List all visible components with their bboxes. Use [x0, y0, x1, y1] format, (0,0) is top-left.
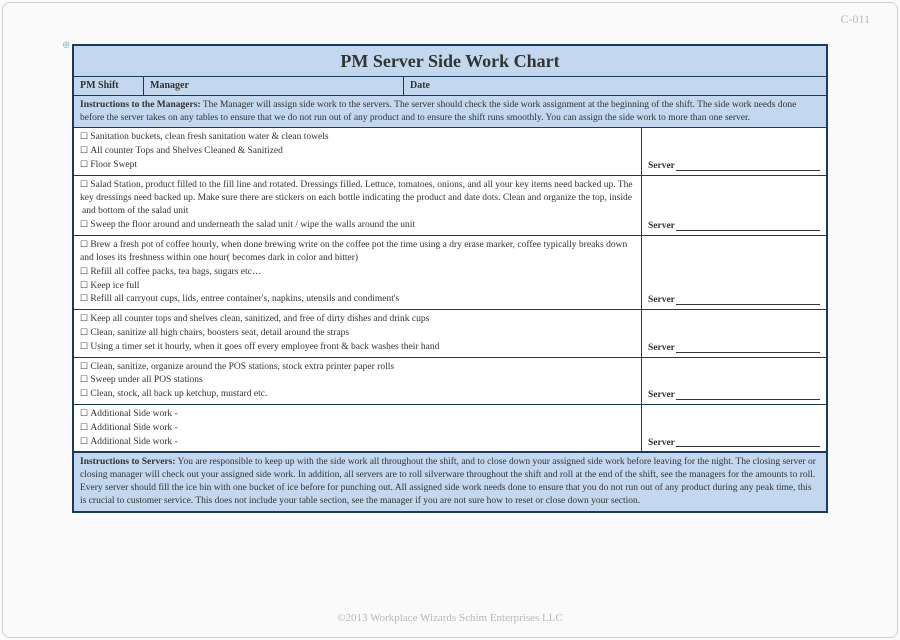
manager-instr-label: Instructions to the Managers:: [80, 100, 201, 110]
task-checkbox[interactable]: Salad Station, product filled to the fil…: [80, 178, 635, 205]
manager-instructions: Instructions to the Managers: The Manage…: [74, 96, 826, 129]
task-list: Sanitation buckets, clean fresh sanitati…: [74, 128, 641, 174]
task-section-3: Brew a fresh pot of coffee hourly, when …: [74, 236, 826, 310]
task-text-continuation: and bottom of the salad unit: [80, 206, 188, 216]
copyright-footer: ©2013 Workplace Wizards Schim Enterprise…: [0, 612, 900, 624]
task-checkbox[interactable]: Refill all coffee packs, tea bags, sugar…: [80, 265, 635, 279]
task-checkbox[interactable]: Sanitation buckets, clean fresh sanitati…: [80, 130, 635, 144]
task-checkbox[interactable]: Floor Swept: [80, 158, 635, 172]
task-checkbox[interactable]: Sweep under all POS stations: [80, 373, 635, 387]
task-checkbox[interactable]: Keep ice full: [80, 279, 635, 293]
header-manager-field[interactable]: Manager: [144, 77, 404, 95]
task-list: Additional Side work - Additional Side w…: [74, 405, 641, 451]
header-date-field[interactable]: Date: [404, 77, 826, 95]
task-list: Clean, sanitize, organize around the POS…: [74, 358, 641, 404]
server-instr-text: You are responsible to keep up with the …: [80, 457, 816, 505]
document-code: C-011: [840, 12, 870, 27]
task-list: Brew a fresh pot of coffee hourly, when …: [74, 236, 641, 309]
task-checkbox[interactable]: Keep all counter tops and shelves clean,…: [80, 312, 635, 326]
anchor-icon: ⊕: [62, 40, 70, 51]
server-instructions: Instructions to Servers: You are respons…: [74, 452, 826, 510]
task-checkbox[interactable]: Brew a fresh pot of coffee hourly, when …: [80, 238, 635, 265]
header-row: PM Shift Manager Date: [74, 77, 826, 96]
task-section-5: Clean, sanitize, organize around the POS…: [74, 358, 826, 405]
work-chart: PM Server Side Work Chart PM Shift Manag…: [72, 44, 828, 513]
task-checkbox[interactable]: Clean, stock, all back up ketchup, musta…: [80, 387, 635, 401]
task-checkbox[interactable]: Using a timer set it hourly, when it goe…: [80, 340, 635, 354]
server-instr-label: Instructions to Servers:: [80, 457, 176, 467]
task-section-6: Additional Side work - Additional Side w…: [74, 405, 826, 452]
server-signoff-field[interactable]: Server: [641, 310, 826, 356]
server-signoff-field[interactable]: Server: [641, 358, 826, 404]
task-checkbox[interactable]: Additional Side work -: [80, 435, 635, 449]
server-signoff-field[interactable]: Server: [641, 405, 826, 451]
server-signoff-field[interactable]: Server: [641, 128, 826, 174]
task-checkbox[interactable]: Additional Side work -: [80, 421, 635, 435]
task-checkbox[interactable]: Sweep the floor around and underneath th…: [80, 218, 635, 232]
task-list: Salad Station, product filled to the fil…: [74, 176, 641, 235]
chart-title: PM Server Side Work Chart: [74, 46, 826, 77]
task-section-2: Salad Station, product filled to the fil…: [74, 176, 826, 236]
task-section-1: Sanitation buckets, clean fresh sanitati…: [74, 128, 826, 175]
header-shift: PM Shift: [74, 77, 144, 95]
task-section-4: Keep all counter tops and shelves clean,…: [74, 310, 826, 357]
task-list: Keep all counter tops and shelves clean,…: [74, 310, 641, 356]
server-signoff-field[interactable]: Server: [641, 236, 826, 309]
task-checkbox[interactable]: Refill all carryout cups, lids, entree c…: [80, 292, 635, 306]
task-checkbox[interactable]: Additional Side work -: [80, 407, 635, 421]
server-signoff-field[interactable]: Server: [641, 176, 826, 235]
task-checkbox[interactable]: Clean, sanitize all high chairs, booster…: [80, 326, 635, 340]
task-checkbox[interactable]: All counter Tops and Shelves Cleaned & S…: [80, 144, 635, 158]
task-checkbox[interactable]: Clean, sanitize, organize around the POS…: [80, 360, 635, 374]
